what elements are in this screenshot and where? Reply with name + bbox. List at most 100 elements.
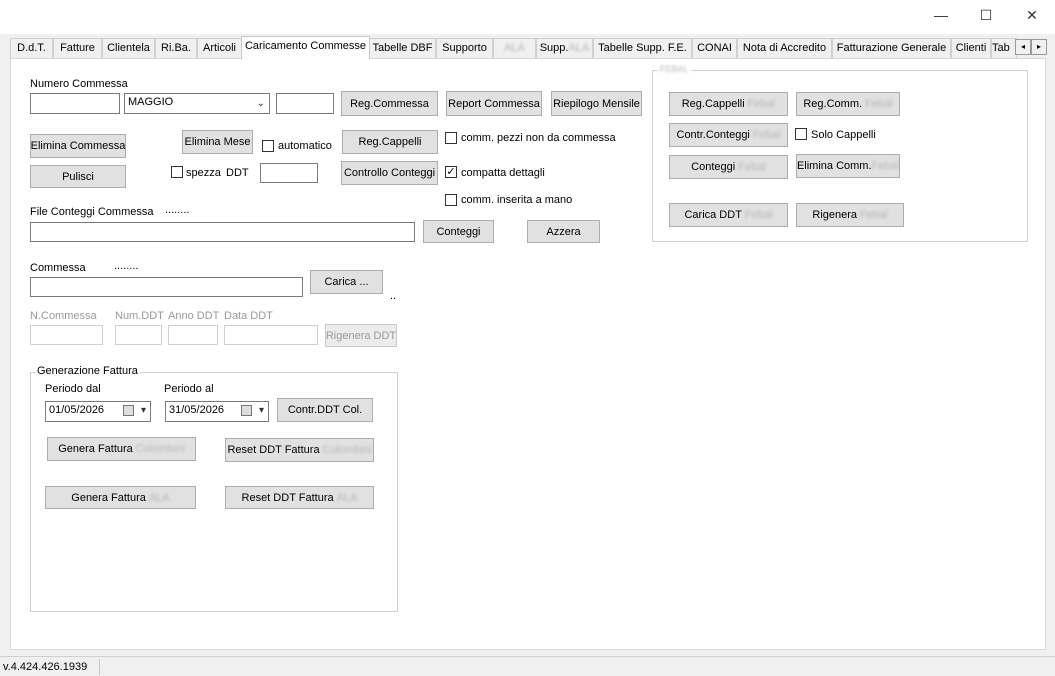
contr-ddt-col-button[interactable]: Contr.DDT Col. [277, 398, 373, 422]
tab-label: Tabelle Supp. F.E. [598, 42, 687, 54]
button-label: Rigenera [812, 209, 858, 221]
tab-supp-ala[interactable]: Supp.ALA [536, 38, 593, 58]
numero-commessa-label: Numero Commessa [30, 78, 128, 90]
tab-label: D.d.T. [17, 42, 46, 54]
tab-tab[interactable]: Tab [991, 38, 1017, 58]
riepilogo-mensile-button[interactable]: Riepilogo Mensile [551, 91, 642, 116]
automatico-label: automatico [278, 140, 332, 152]
anno-input[interactable] [276, 93, 334, 114]
tab-fatturazione-generale[interactable]: Fatturazione Generale [832, 38, 951, 58]
tab-conai[interactable]: CONAI [692, 38, 737, 58]
reg-cappelli-febal-button[interactable]: Reg.Cappelli Febal [669, 92, 788, 116]
carica-ddt-febal-button[interactable]: Carica DDT Febal [669, 203, 788, 227]
tab-clienti[interactable]: Clienti [951, 38, 991, 58]
reg-commessa-button[interactable]: Reg.Commessa [341, 91, 438, 116]
tab-articoli[interactable]: Articoli [197, 38, 242, 58]
elimina-comm-febal-button[interactable]: Elimina Comm. Febal [796, 154, 900, 178]
febal-group-title: FEBAL [658, 64, 691, 74]
commessa-file-dots: ........ [114, 260, 139, 272]
reg-cappelli-button[interactable]: Reg.Cappelli [342, 130, 438, 154]
tab-tabelle-dbf[interactable]: Tabelle DBF [369, 38, 436, 58]
tab-ala[interactable]: ALA [493, 38, 536, 58]
periodo-al-label: Periodo al [164, 383, 214, 395]
numero-commessa-input[interactable] [30, 93, 120, 114]
spezza-checkbox[interactable] [171, 166, 183, 178]
rigenera-febal-button[interactable]: Rigenera Febal [796, 203, 904, 227]
generazione-fattura-title: Generazione Fattura [35, 365, 140, 377]
tab-label: Clientela [107, 42, 150, 54]
compatta-dettagli-checkbox[interactable]: ✓ [445, 166, 457, 178]
close-icon: ✕ [1026, 6, 1038, 23]
data-ddt-label: Data DDT [224, 310, 273, 322]
anno-ddt-label: Anno DDT [168, 310, 220, 322]
comm-inserita-checkbox[interactable] [445, 194, 457, 206]
tab-nota-accredito[interactable]: Nota di Accredito [737, 38, 832, 58]
comm-inserita-label: comm. inserita a mano [461, 194, 573, 206]
azzera-button[interactable]: Azzera [527, 220, 600, 243]
button-label-suffix: Colombini [135, 443, 185, 455]
elimina-commessa-button[interactable]: Elimina Commessa [30, 134, 126, 158]
button-label-suffix: Febal [871, 160, 900, 172]
reg-comm-febal-button[interactable]: Reg.Comm. Febal [796, 92, 900, 116]
solo-cappelli-checkbox[interactable] [795, 128, 807, 140]
mese-select[interactable]: MAGGIO ⌄ [124, 93, 270, 114]
anno-ddt-input[interactable] [168, 325, 218, 345]
genera-fattura-colombini-button[interactable]: Genera Fattura Colombini [47, 437, 196, 461]
report-commessa-button[interactable]: Report Commessa [446, 91, 542, 116]
commessa-file-input[interactable] [30, 277, 303, 297]
tab-caricamento-commesse[interactable]: Caricamento Commesse [241, 36, 370, 59]
data-ddt-input[interactable] [224, 325, 318, 345]
button-label-suffix: Febal [752, 129, 781, 141]
tab-fatture[interactable]: Fatture [53, 38, 102, 58]
tab-label: CONAI [697, 42, 732, 54]
tab-label: Fatturazione Generale [836, 42, 947, 54]
conteggi-febal-button[interactable]: Conteggi Febal [669, 155, 788, 179]
tab-label: Nota di Accredito [742, 42, 827, 54]
button-label: Reg.Cappelli [681, 98, 745, 110]
button-label: Reset DDT Fattura [227, 444, 320, 456]
button-label-suffix: Febal [738, 161, 766, 173]
n-commessa-input[interactable] [30, 325, 103, 345]
file-conteggi-input[interactable] [30, 222, 415, 242]
reset-ddt-fattura-colombini-button[interactable]: Reset DDT Fattura Colombini [225, 438, 374, 462]
tab-label: Articoli [202, 42, 236, 54]
tab-scroll-left-glyph: ◂ [1020, 42, 1025, 51]
elimina-mese-button[interactable]: Elimina Mese [182, 130, 253, 154]
tab-riba[interactable]: Ri.Ba. [155, 38, 197, 58]
carica-status-dots: .. [390, 290, 397, 302]
maximize-icon: ☐ [979, 6, 993, 23]
tab-label: Supp. [539, 42, 569, 54]
controllo-conteggi-button[interactable]: Controllo Conteggi [341, 161, 438, 185]
periodo-al-datepicker[interactable]: 31/05/2026 ▾ [165, 401, 269, 422]
tab-label: Tabelle DBF [372, 42, 433, 54]
tab-ddt[interactable]: D.d.T. [10, 38, 53, 58]
tab-label: Clienti [955, 42, 987, 54]
periodo-dal-datepicker[interactable]: 01/05/2026 ▾ [45, 401, 151, 422]
tab-tabelle-supp-fe[interactable]: Tabelle Supp. F.E. [593, 38, 692, 58]
automatico-checkbox[interactable] [262, 140, 274, 152]
file-conteggi-label: File Conteggi Commessa [30, 206, 154, 218]
periodo-al-value: 31/05/2026 [169, 404, 225, 416]
close-button[interactable]: ✕ [1009, 0, 1055, 30]
reset-ddt-fattura-ala-button[interactable]: Reset DDT Fattura ALA [225, 486, 374, 509]
tab-scroll-right-icon[interactable]: ▸ [1031, 39, 1047, 55]
title-bar: — ☐ ✕ [0, 0, 1055, 34]
tab-clientela[interactable]: Clientela [102, 38, 155, 58]
minimize-button[interactable]: — [918, 0, 964, 30]
button-label-suffix: Febal [747, 98, 776, 110]
conteggi-button[interactable]: Conteggi [423, 220, 494, 243]
tab-supporto[interactable]: Supporto [436, 38, 493, 58]
button-label: Elimina Comm. [796, 160, 872, 172]
tab-scroll-left-icon[interactable]: ◂ [1015, 39, 1031, 55]
rigenera-ddt-button[interactable]: Rigenera DDT [325, 324, 397, 347]
maximize-button[interactable]: ☐ [963, 0, 1009, 30]
spezza-ddt-input[interactable] [260, 163, 318, 183]
pulisci-button[interactable]: Pulisci [30, 165, 126, 188]
solo-cappelli-label: Solo Cappelli [811, 129, 876, 141]
comm-pezzi-label: comm. pezzi non da commessa [461, 132, 616, 144]
contr-conteggi-febal-button[interactable]: Contr.Conteggi Febal [669, 123, 788, 147]
num-ddt-input[interactable] [115, 325, 162, 345]
comm-pezzi-checkbox[interactable] [445, 132, 457, 144]
carica-button[interactable]: Carica ... [310, 270, 383, 294]
genera-fattura-ala-button[interactable]: Genera Fattura ALA [45, 486, 196, 509]
